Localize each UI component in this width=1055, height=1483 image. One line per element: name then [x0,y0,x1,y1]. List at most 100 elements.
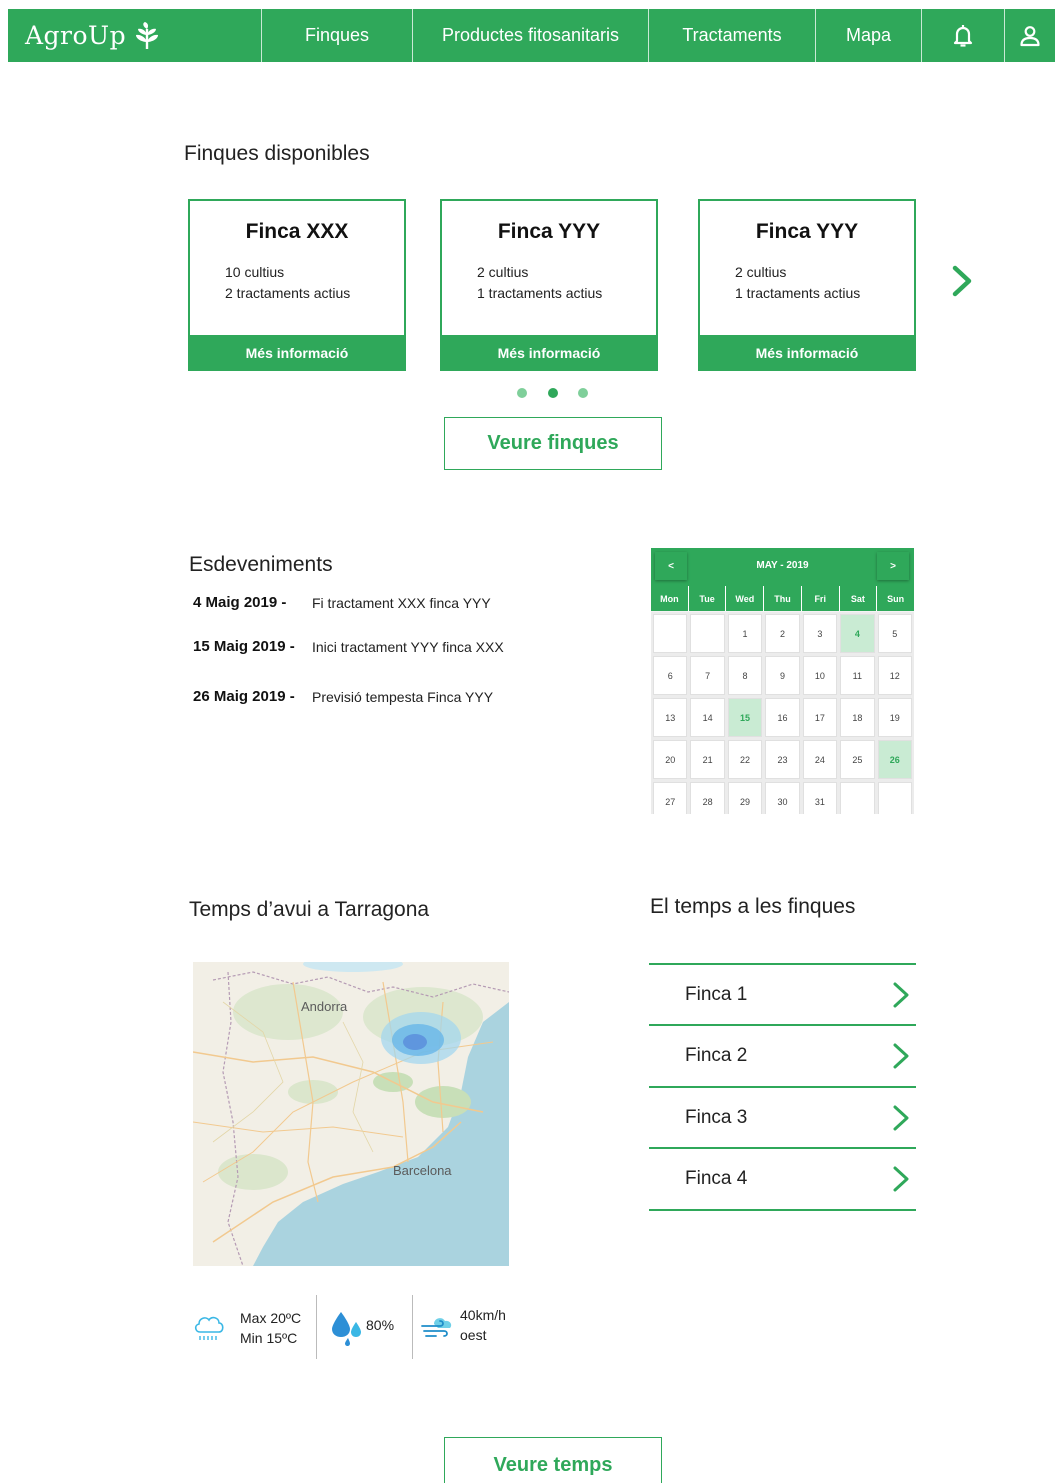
calendar-day[interactable]: 30 [765,782,800,814]
calendar-day[interactable]: 22 [727,740,763,779]
farm-weather-row[interactable]: Finca 2 [649,1024,916,1086]
calendar-empty-cell [840,782,875,814]
calendar-day[interactable]: 2 [765,614,800,653]
farm-card-title: Finca XXX [245,220,349,243]
calendar-day[interactable]: 18 [840,698,875,737]
farm-weather-row[interactable]: Finca 4 [649,1147,916,1209]
calendar-day[interactable]: 13 [653,698,688,737]
calendar-day[interactable]: 11 [840,656,875,695]
calendar-weekday: Thu [764,586,801,611]
map-label-andorra: Andorra [301,999,348,1014]
wind-speed: 40km/h [460,1307,506,1323]
list-divider [649,1209,916,1211]
calendar-day[interactable]: 10 [802,656,838,695]
weather-divider [316,1295,317,1359]
user-profile-button[interactable] [1004,9,1055,62]
calendar-day[interactable]: 25 [840,740,875,779]
calendar-weekday: Fri [801,586,839,611]
calendar-day[interactable]: 17 [802,698,838,737]
calendar-empty-cell [877,782,912,814]
calendar-day[interactable]: 1 [727,614,763,653]
notifications-button[interactable] [921,9,1004,62]
calendar-weekday: Sun [877,586,914,611]
calendar-day[interactable]: 9 [765,656,800,695]
calendar-day[interactable]: 23 [765,740,800,779]
calendar-day[interactable]: 5 [877,614,912,653]
map-label-barcelona: Barcelona [393,1163,452,1178]
carousel-dot-active[interactable] [548,388,558,398]
farm-weather-row-label: Finca 3 [685,1107,748,1128]
farm-card-treatments: 2 tractaments actius [225,285,351,301]
nav-tractaments[interactable]: Tractaments [648,9,815,62]
chevron-right-icon [893,982,909,1008]
weather-divider [412,1295,413,1359]
calendar-day[interactable]: 8 [727,656,763,695]
calendar-day[interactable]: 21 [690,740,725,779]
farm-card: Finca XXX 10 cultius 2 tractaments actiu… [188,199,406,371]
calendar-day[interactable]: 20 [653,740,688,779]
calendar-day[interactable]: 28 [690,782,725,814]
calendar-day[interactable]: 12 [877,656,912,695]
farm-card-crops: 10 cultius [225,264,285,280]
calendar-day[interactable]: 29 [727,782,763,814]
nav-finques[interactable]: Finques [261,9,412,62]
nav-mapa[interactable]: Mapa [815,9,921,62]
farm-weather-row[interactable]: Finca 1 [649,963,916,1025]
calendar-next-button[interactable]: > [877,552,909,580]
humidity-value: 80% [366,1317,395,1333]
weather-map[interactable]: Andorra Barcelona [193,962,509,1266]
view-farms-button[interactable]: Veure finques [444,417,662,470]
event-text: Fi tractament XXX finca YYY [312,595,491,611]
more-info-button[interactable]: Més informació [698,335,916,371]
calendar-weekday: Tue [688,586,726,611]
farm-card-crops: 2 cultius [735,264,787,280]
calendar-day[interactable]: 3 [802,614,838,653]
calendar-day[interactable]: 24 [802,740,838,779]
user-icon [1020,25,1040,46]
chevron-right-icon [893,1105,909,1131]
farm-card-title: Finca YYY [497,220,601,243]
calendar-weekday: Sat [839,586,877,611]
calendar-day[interactable]: 27 [653,782,688,814]
event-date: 26 Maig 2019 - [193,688,295,705]
farm-card-title: Finca YYY [755,220,859,243]
brand-name: AgroUp [25,21,127,50]
calendar-day[interactable]: 7 [690,656,725,695]
farm-card-treatments: 1 tractaments actius [735,285,861,301]
calendar-day-highlighted[interactable]: 15 [727,698,763,737]
water-drops-icon [332,1312,361,1346]
map-image [193,962,509,1266]
brand[interactable]: AgroUp [8,9,261,62]
calendar-day[interactable]: 14 [690,698,725,737]
farm-card: Finca YYY 2 cultius 1 tractaments actius… [698,199,916,371]
wind-cloud-icon [421,1318,452,1337]
view-weather-button[interactable]: Veure temps [444,1437,662,1483]
calendar-prev-button[interactable]: < [655,552,687,580]
chevron-right-icon [893,1166,909,1192]
farms-section-title: Finques disponibles [184,142,370,165]
max-temperature: Max 20ºC [240,1310,302,1326]
weather-section-title: Temps d’avui a Tarragona [189,898,430,921]
calendar-day[interactable]: 6 [653,656,688,695]
carousel-dot[interactable] [578,388,588,398]
calendar-header: < MAY - 2019 > [651,548,914,586]
calendar-day[interactable]: 19 [877,698,912,737]
carousel-dot[interactable] [517,388,527,398]
chevron-right-icon [893,1043,909,1069]
event-date: 4 Maig 2019 - [193,594,287,611]
farm-weather-row-label: Finca 1 [685,984,748,1005]
carousel-next-chevron-icon[interactable] [947,263,977,299]
nav-productes-fitosanitaris[interactable]: Productes fitosanitaris [412,9,648,62]
calendar-day[interactable]: 31 [802,782,838,814]
farm-weather-row[interactable]: Finca 3 [649,1086,916,1148]
leaf-logo-icon [136,21,159,49]
calendar-empty-cell [690,614,725,653]
more-info-button[interactable]: Més informació [188,335,406,371]
calendar-day-highlighted[interactable]: 4 [840,614,875,653]
calendar-day-highlighted[interactable]: 26 [877,740,912,779]
more-info-button[interactable]: Més informació [440,335,658,371]
min-temperature: Min 15ºC [240,1330,298,1346]
calendar-day[interactable]: 16 [765,698,800,737]
farm-card-treatments: 1 tractaments actius [477,285,603,301]
calendar-days-grid: 1 2 3 4 5 6 7 8 9 10 11 12 13 14 15 16 17 18 19 20 21 22 23 24 2… [651,612,914,814]
